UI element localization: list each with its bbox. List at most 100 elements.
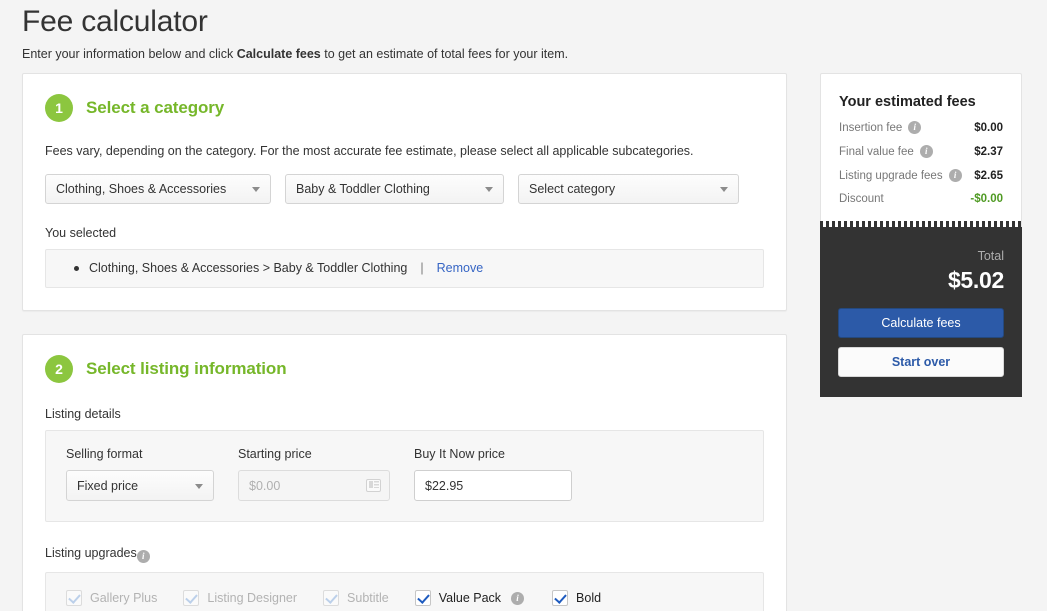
listing-details-panel: Selling format Fixed price Starting pric… (45, 430, 764, 522)
info-icon[interactable]: i (908, 121, 922, 134)
checkbox-label: Listing Designer (207, 591, 298, 605)
category-select-row: Clothing, Shoes & Accessories Baby & Tod… (45, 174, 764, 204)
chevron-down-icon (195, 483, 203, 489)
fee-value: $0.00 (974, 121, 1003, 134)
checkmark-icon (323, 590, 340, 606)
step-2-title: Select listing information (86, 359, 287, 378)
checkmark-icon (414, 590, 431, 606)
selling-format-field: Selling format Fixed price (66, 447, 214, 501)
listing-upgrades-label: Listing upgrades i (45, 546, 764, 563)
chevron-down-icon (720, 187, 728, 192)
fee-name: Discount (839, 193, 884, 205)
upgrades-row-1: Gallery Plus Listing Designer Subtitle V… (66, 590, 743, 606)
category-select-level1-value: Clothing, Shoes & Accessories (56, 182, 227, 196)
fee-row-discount: Discount -$0.00 (839, 193, 1003, 205)
fee-label: Insertion fee (839, 121, 903, 134)
chevron-down-icon (252, 187, 260, 192)
info-icon[interactable]: i (136, 550, 150, 563)
page-header: Fee calculator Enter your information be… (0, 0, 1047, 62)
checkbox-label: Bold (576, 591, 602, 605)
buy-it-now-price-field: Buy It Now price $22.95 (414, 447, 572, 501)
step-1-title: Select a category (86, 98, 225, 117)
fee-value: -$0.00 (970, 193, 1003, 205)
checkbox-listing-designer[interactable]: Listing Designer (183, 590, 297, 606)
starting-price-input[interactable]: $0.00 (238, 470, 390, 501)
fee-label: Listing upgrade fees (839, 169, 943, 182)
checkmark-icon (552, 590, 569, 606)
listing-upgrades-text: Listing upgrades (45, 546, 137, 560)
step-1-badge: 1 (45, 94, 73, 122)
selected-separator: | (420, 261, 424, 275)
selling-format-select[interactable]: Fixed price (66, 470, 214, 501)
buy-it-now-label: Buy It Now price (414, 447, 506, 461)
subtitle-text-after: to get an estimate of total fees for you… (320, 47, 569, 61)
checkbox-subtitle[interactable]: Subtitle (323, 590, 389, 606)
info-icon[interactable]: i (511, 591, 525, 605)
starting-price-label: Starting price (238, 447, 312, 461)
total-amount: $5.02 (947, 267, 1004, 293)
bullet-icon (74, 265, 79, 271)
fee-label: Final value fee (839, 145, 914, 158)
step-2-card: 2 Select listing information Listing det… (22, 334, 787, 611)
fee-calculator-page: Fee calculator Enter your information be… (0, 0, 1047, 611)
checkbox-bold[interactable]: Bold (552, 590, 601, 606)
buy-it-now-input[interactable]: $22.95 (414, 470, 572, 501)
starting-price-field: Starting price $0.00 (238, 447, 390, 501)
page-title: Fee calculator (22, 5, 208, 38)
listing-details-fields: Selling format Fixed price Starting pric… (66, 447, 743, 501)
checkbox-label: Gallery Plus (90, 591, 158, 605)
buy-it-now-value: $22.95 (425, 478, 464, 493)
category-select-level3-value: Select category (529, 182, 616, 196)
step-2-header: 2 Select listing information (45, 355, 764, 383)
total-panel: Total $5.02 Calculate fees Start over (820, 221, 1022, 397)
selected-category-item: Clothing, Shoes & Accessories > Baby & T… (60, 261, 749, 275)
fees-summary-card: Your estimated fees Insertion fee i $0.00… (820, 73, 1022, 227)
you-selected-box: Clothing, Shoes & Accessories > Baby & T… (45, 249, 764, 288)
start-over-button[interactable]: Start over (838, 347, 1004, 377)
chevron-down-icon (485, 187, 493, 192)
left-column: 1 Select a category Fees vary, depending… (22, 73, 787, 611)
listing-details-label: Listing details (45, 407, 121, 421)
calculate-fees-button[interactable]: Calculate fees (838, 308, 1004, 338)
step-1-description: Fees vary, depending on the category. Fo… (45, 144, 694, 158)
torn-edge-decoration (820, 221, 1022, 228)
fee-label: Discount (839, 193, 884, 205)
fee-row-insertion: Insertion fee i $0.00 (839, 121, 1003, 134)
total-label: Total (977, 249, 1004, 263)
remove-category-link[interactable]: Remove (437, 261, 484, 275)
info-icon[interactable]: i (919, 145, 933, 158)
selling-format-label: Selling format (66, 447, 143, 461)
starting-price-placeholder: $0.00 (249, 478, 281, 493)
fee-row-listing-upgrade: Listing upgrade fees i $2.65 (839, 169, 1003, 182)
main-content: 1 Select a category Fees vary, depending… (22, 73, 1025, 611)
fee-name: Final value fee i (839, 145, 933, 158)
fees-summary-title: Your estimated fees (839, 94, 976, 110)
selling-format-value: Fixed price (77, 478, 139, 493)
selected-category-text: Clothing, Shoes & Accessories > Baby & T… (89, 261, 408, 275)
checkbox-label: Value Pack (438, 591, 502, 605)
fee-value: $2.37 (974, 145, 1003, 158)
listing-upgrades-panel: Gallery Plus Listing Designer Subtitle V… (45, 572, 764, 611)
category-select-level3[interactable]: Select category (518, 174, 739, 204)
category-select-level2[interactable]: Baby & Toddler Clothing (285, 174, 504, 204)
checkbox-label: Subtitle (347, 591, 389, 605)
checkmark-icon (66, 590, 82, 606)
page-subtitle: Enter your information below and click C… (22, 46, 1047, 62)
checkbox-gallery-plus[interactable]: Gallery Plus (66, 590, 157, 606)
checkbox-value-pack[interactable]: Value Pack (414, 590, 502, 606)
subtitle-bold: Calculate fees (236, 47, 321, 61)
price-card-icon (366, 478, 381, 492)
fee-name: Insertion fee i (839, 121, 922, 134)
step-1-header: 1 Select a category (45, 94, 764, 122)
category-select-level1[interactable]: Clothing, Shoes & Accessories (45, 174, 271, 204)
category-select-level2-value: Baby & Toddler Clothing (296, 182, 430, 196)
fee-name: Listing upgrade fees i (839, 169, 962, 182)
checkmark-icon (183, 590, 200, 606)
info-icon[interactable]: i (948, 169, 962, 182)
fee-value: $2.65 (974, 169, 1003, 182)
fee-row-final-value: Final value fee i $2.37 (839, 145, 1003, 158)
step-1-card: 1 Select a category Fees vary, depending… (22, 73, 787, 311)
step-2-badge: 2 (45, 355, 73, 383)
you-selected-label: You selected (45, 226, 117, 240)
estimated-fees-sidebar: Your estimated fees Insertion fee i $0.00… (820, 73, 1022, 397)
